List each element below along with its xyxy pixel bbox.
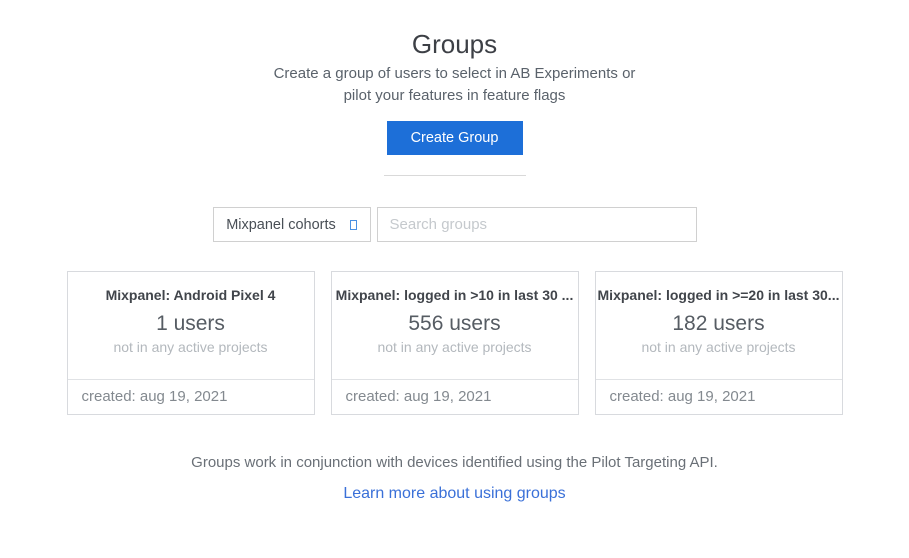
- group-user-count: 556 users: [332, 311, 578, 337]
- search-groups-input[interactable]: [377, 207, 697, 242]
- cohort-source-dropdown[interactable]: Mixpanel cohorts: [213, 207, 371, 242]
- square-glyph-icon: [350, 220, 357, 230]
- group-created-date: created: aug 19, 2021: [68, 379, 314, 414]
- page-subtitle: Create a group of users to select in AB …: [274, 63, 636, 107]
- group-name: Mixpanel: logged in >=20 in last 30...: [596, 285, 842, 305]
- filter-controls: Mixpanel cohorts: [213, 207, 697, 242]
- pilot-api-info-text: Groups work in conjunction with devices …: [191, 454, 718, 471]
- page-title: Groups: [412, 28, 497, 60]
- group-user-count: 182 users: [596, 311, 842, 337]
- cohort-dropdown-value: Mixpanel cohorts: [226, 217, 336, 233]
- group-card-1[interactable]: Mixpanel: Android Pixel 4 1 users not in…: [67, 271, 315, 415]
- group-project-status: not in any active projects: [68, 339, 314, 355]
- group-user-count: 1 users: [68, 311, 314, 337]
- group-created-date: created: aug 19, 2021: [596, 379, 842, 414]
- header-divider: [384, 175, 526, 176]
- group-project-status: not in any active projects: [332, 339, 578, 355]
- group-created-date: created: aug 19, 2021: [332, 379, 578, 414]
- subtitle-line-1: Create a group of users to select in AB …: [274, 63, 636, 85]
- group-name: Mixpanel: Android Pixel 4: [68, 285, 314, 305]
- group-card-body: Mixpanel: logged in >=20 in last 30... 1…: [596, 272, 842, 379]
- create-group-button[interactable]: Create Group: [387, 121, 523, 155]
- learn-more-link[interactable]: Learn more about using groups: [343, 485, 565, 503]
- subtitle-line-2: pilot your features in feature flags: [274, 85, 636, 107]
- group-card-body: Mixpanel: Android Pixel 4 1 users not in…: [68, 272, 314, 379]
- group-card-2[interactable]: Mixpanel: logged in >10 in last 30 ... 5…: [331, 271, 579, 415]
- group-cards-row: Mixpanel: Android Pixel 4 1 users not in…: [67, 271, 843, 415]
- group-card-3[interactable]: Mixpanel: logged in >=20 in last 30... 1…: [595, 271, 843, 415]
- group-project-status: not in any active projects: [596, 339, 842, 355]
- group-name: Mixpanel: logged in >10 in last 30 ...: [332, 285, 578, 305]
- groups-page: Groups Create a group of users to select…: [0, 0, 909, 558]
- group-card-body: Mixpanel: logged in >10 in last 30 ... 5…: [332, 272, 578, 379]
